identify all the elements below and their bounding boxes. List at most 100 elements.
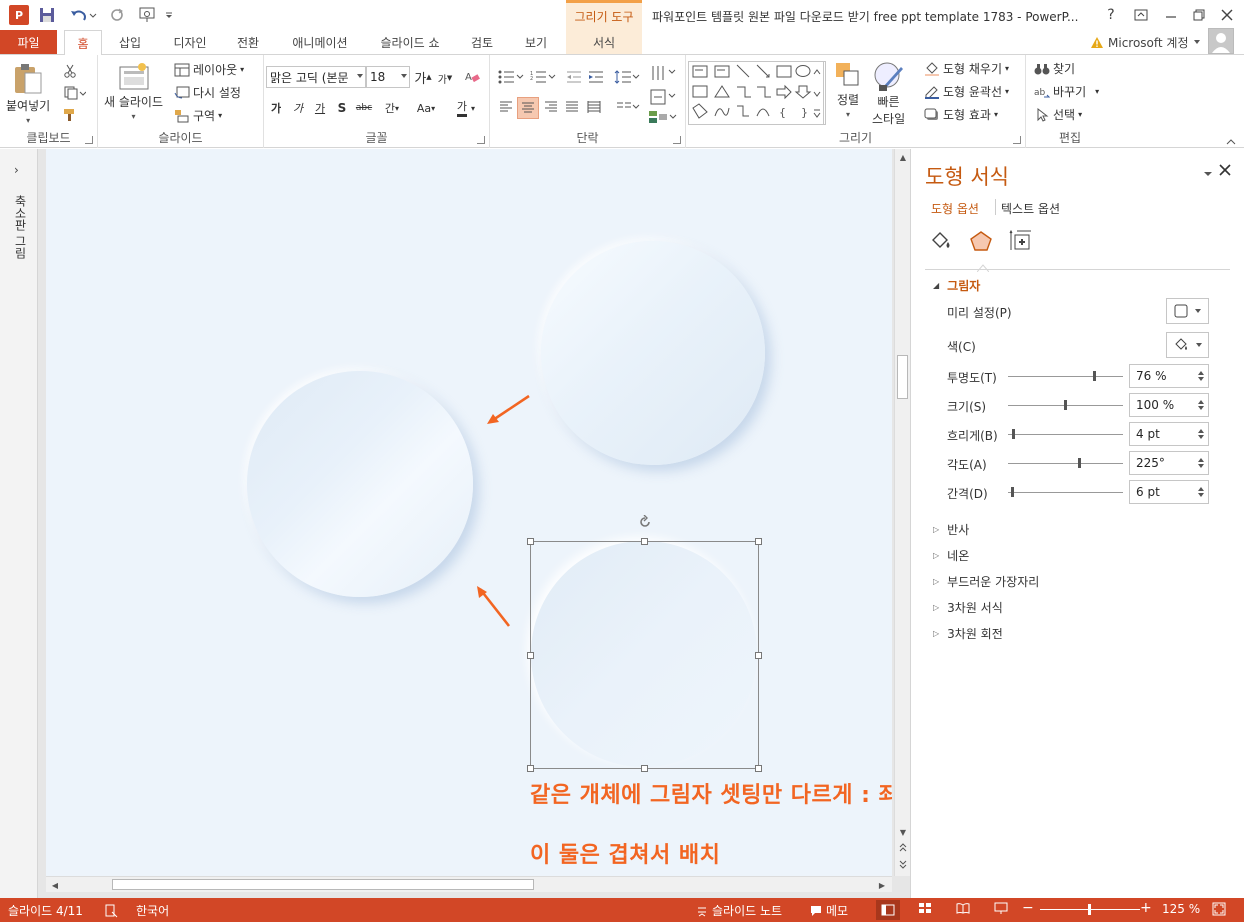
- columns-icon[interactable]: [614, 97, 642, 117]
- section-3d-format[interactable]: ▷ 3차원 서식: [933, 599, 1003, 616]
- size-slider-knob[interactable]: [1064, 400, 1067, 410]
- align-text-icon[interactable]: [648, 87, 678, 107]
- fill-line-icon[interactable]: [929, 229, 953, 253]
- zoom-level[interactable]: 125 %: [1162, 902, 1200, 916]
- distributed-icon[interactable]: [584, 97, 604, 117]
- new-slide-button[interactable]: 새 슬라이드 ▾: [104, 61, 163, 121]
- distance-slider[interactable]: [1008, 487, 1123, 497]
- reading-view-icon[interactable]: [956, 902, 970, 914]
- expand-thumbnails-icon[interactable]: ›: [14, 163, 19, 177]
- copy-icon[interactable]: [58, 83, 92, 103]
- spin-down-icon[interactable]: [1198, 377, 1204, 381]
- effects-icon[interactable]: [969, 229, 993, 253]
- bullets-icon[interactable]: [496, 67, 526, 87]
- format-painter-icon[interactable]: [60, 105, 80, 125]
- account-menu[interactable]: Microsoft 계정: [1090, 32, 1201, 52]
- font-size-combo[interactable]: 18: [366, 66, 410, 88]
- ribbon-display-options-icon[interactable]: [1128, 4, 1154, 26]
- resize-handle[interactable]: [641, 765, 648, 772]
- distance-input[interactable]: 6 pt: [1129, 480, 1209, 504]
- grow-font-button[interactable]: 가 ▲: [414, 68, 432, 87]
- align-left-icon[interactable]: [496, 97, 516, 117]
- strikethrough-button[interactable]: abc: [354, 99, 374, 117]
- spin-down-icon[interactable]: [1198, 493, 1204, 497]
- vertical-scrollbar[interactable]: ▲ ▼: [894, 149, 910, 876]
- angle-slider[interactable]: [1008, 458, 1123, 468]
- text-shadow-button[interactable]: S: [334, 99, 350, 117]
- restore-icon[interactable]: [1186, 4, 1212, 26]
- increase-indent-icon[interactable]: [586, 67, 606, 87]
- blur-input[interactable]: 4 pt: [1129, 422, 1209, 446]
- font-name-combo[interactable]: 맑은 고딕 (본문: [266, 66, 366, 88]
- arrange-button[interactable]: 정렬 ▾: [834, 61, 862, 119]
- cut-icon[interactable]: [60, 61, 80, 81]
- avatar[interactable]: [1208, 28, 1234, 54]
- dialog-launcher-icon[interactable]: [477, 136, 485, 144]
- shape-outline-button[interactable]: 도형 윤곽선 ▾: [924, 83, 1009, 100]
- size-slider[interactable]: [1008, 400, 1123, 410]
- collapse-ribbon-icon[interactable]: [1226, 135, 1236, 149]
- resize-handle[interactable]: [755, 538, 762, 545]
- shadow-color-picker[interactable]: [1166, 332, 1209, 358]
- clear-formatting-icon[interactable]: A: [462, 67, 482, 87]
- text-direction-icon[interactable]: [648, 63, 678, 83]
- decrease-indent-icon[interactable]: [564, 67, 584, 87]
- angle-slider-knob[interactable]: [1078, 458, 1081, 468]
- size-input[interactable]: 100 %: [1129, 393, 1209, 417]
- slide-canvas[interactable]: 같은 개체에 그림자 셋팅만 다르게 : 좌측 상단 화이트 이 둘은 겹쳐서 …: [46, 149, 892, 876]
- tab-format[interactable]: 서식: [566, 30, 642, 54]
- spin-up-icon[interactable]: [1198, 487, 1204, 491]
- present-from-start-icon[interactable]: [137, 5, 159, 25]
- spin-up-icon[interactable]: [1198, 429, 1204, 433]
- tab-transitions[interactable]: 전환: [228, 30, 268, 54]
- shapes-gallery-scroll[interactable]: [812, 61, 824, 125]
- replace-button[interactable]: ab 바꾸기 ▾: [1034, 83, 1099, 100]
- customize-qat-icon[interactable]: [163, 5, 175, 25]
- tab-animations[interactable]: 애니메이션: [282, 30, 358, 54]
- font-color-button[interactable]: 가 ▾: [450, 97, 482, 119]
- distance-slider-knob[interactable]: [1011, 487, 1014, 497]
- quick-styles-button[interactable]: 빠른 스타일: [872, 61, 905, 127]
- layout-button[interactable]: 레이아웃 ▾: [174, 61, 244, 78]
- resize-handle[interactable]: [641, 538, 648, 545]
- previous-slide-icon[interactable]: [896, 841, 910, 855]
- spin-down-icon[interactable]: [1198, 406, 1204, 410]
- spin-up-icon[interactable]: [1198, 400, 1204, 404]
- tab-insert[interactable]: 삽입: [110, 30, 150, 54]
- transparency-input[interactable]: 76 %: [1129, 364, 1209, 388]
- dialog-launcher-icon[interactable]: [673, 136, 681, 144]
- slide-sorter-view-icon[interactable]: [918, 902, 932, 914]
- shadow-preset-picker[interactable]: [1166, 298, 1209, 324]
- section-3d-rotation[interactable]: ▷ 3차원 회전: [933, 625, 1003, 642]
- spin-up-icon[interactable]: [1198, 371, 1204, 375]
- rotation-handle-icon[interactable]: [638, 514, 652, 529]
- blur-slider-knob[interactable]: [1012, 429, 1015, 439]
- tab-shape-options[interactable]: 도형 옵션: [931, 200, 979, 217]
- scroll-up-icon[interactable]: ▲: [896, 150, 910, 164]
- paste-button[interactable]: 붙여넣기 ▾: [6, 61, 50, 125]
- shapes-gallery[interactable]: {}: [688, 61, 826, 125]
- slideshow-view-icon[interactable]: [994, 902, 1008, 914]
- dialog-launcher-icon[interactable]: [85, 136, 93, 144]
- transparency-slider-knob[interactable]: [1093, 371, 1096, 381]
- horizontal-scrollbar[interactable]: ◀ ▶: [46, 876, 892, 892]
- tab-view[interactable]: 보기: [516, 30, 556, 54]
- next-slide-icon[interactable]: [896, 857, 910, 871]
- line-spacing-icon[interactable]: [612, 67, 642, 87]
- spin-up-icon[interactable]: [1198, 458, 1204, 462]
- thumbnails-label[interactable]: 축소판 그림: [12, 195, 29, 259]
- angle-input[interactable]: 225°: [1129, 451, 1209, 475]
- scroll-right-icon[interactable]: ▶: [875, 878, 889, 892]
- tab-slideshow[interactable]: 슬라이드 쇼: [370, 30, 450, 54]
- section-button[interactable]: 구역 ▾: [174, 107, 222, 124]
- fit-slide-icon[interactable]: [1212, 902, 1226, 916]
- section-reflection[interactable]: ▷ 반사: [933, 521, 969, 538]
- italic-button[interactable]: 가: [290, 99, 306, 117]
- zoom-slider-knob[interactable]: [1088, 904, 1091, 915]
- language-indicator[interactable]: 한국어: [104, 902, 169, 919]
- close-window-icon[interactable]: [1214, 4, 1240, 26]
- section-soft-edges[interactable]: ▷ 부드러운 가장자리: [933, 573, 1039, 590]
- tab-design[interactable]: 디자인: [164, 30, 216, 54]
- tab-file[interactable]: 파일: [0, 30, 57, 54]
- convert-to-smartart-icon[interactable]: [646, 107, 680, 127]
